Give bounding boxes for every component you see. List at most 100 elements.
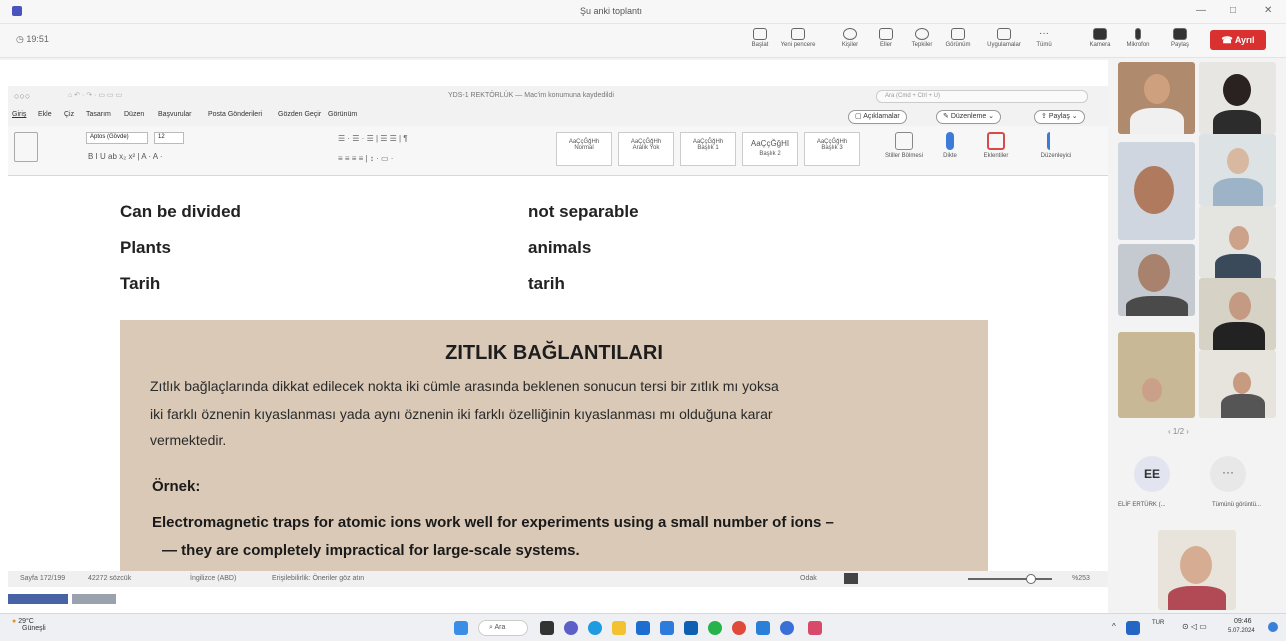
font-name-select[interactable]: Aptos (Gövde) (86, 132, 148, 144)
windows-taskbar: ● 29°C Güneşli ⌕ Ara ^ TUR ⊙ ◁ ▭ 09:46 5… (0, 613, 1286, 641)
toolbar-more-button[interactable]: ··· Tümü (1024, 28, 1064, 48)
chrome-icon[interactable] (732, 621, 746, 635)
comments-button[interactable]: ▢ Açıklamalar (848, 110, 907, 124)
window-close-button[interactable]: ✕ (1264, 5, 1272, 16)
participant-tile[interactable] (1118, 332, 1195, 418)
format-buttons[interactable]: B I U ab x₂ x² | A · A · (88, 152, 163, 161)
edge-icon[interactable] (588, 621, 602, 635)
focus-button[interactable]: Odak (800, 575, 817, 582)
word-status-bar: Sayfa 172/199 42272 sözcük İngilizce (AB… (8, 571, 1108, 587)
clock-date[interactable]: 5.07.2024 (1228, 628, 1255, 634)
page-count[interactable]: Sayfa 172/199 (20, 575, 65, 582)
notification-icon[interactable] (1268, 622, 1278, 632)
tab-view[interactable]: Görünüm (328, 111, 357, 118)
outlook-icon[interactable] (684, 621, 698, 635)
store-icon[interactable] (660, 621, 674, 635)
view-all-participants[interactable]: Tümünü görüntü... (1212, 502, 1261, 508)
style-normal[interactable]: AaÇçĞğHh Normal (556, 132, 612, 166)
style-heading-3[interactable]: AaÇçĞğHh Başlık 3 (804, 132, 860, 166)
mac-window-controls[interactable]: ○○○ (14, 91, 30, 101)
participant-tile[interactable] (1199, 206, 1276, 278)
styles-pane-button[interactable]: Stiller Bölmesi (884, 132, 924, 159)
start-icon[interactable] (454, 621, 468, 635)
toolbar-mic-button[interactable]: Mikrofon (1118, 28, 1158, 48)
mail-icon[interactable] (636, 621, 650, 635)
clock-time[interactable]: 09:46 (1234, 618, 1252, 625)
participant-tile[interactable] (1118, 142, 1195, 240)
window-minimize-button[interactable]: — (1196, 5, 1206, 16)
tab-layout[interactable]: Düzen (124, 111, 144, 118)
participants-page-indicator[interactable]: ‹ 1/2 › (1168, 427, 1189, 436)
more-participants-button[interactable]: ··· (1210, 456, 1246, 492)
participant-tile[interactable] (1199, 134, 1276, 206)
teams-icon[interactable] (564, 621, 578, 635)
label: Eklentiler (983, 153, 1009, 159)
add-ins-button[interactable]: Eklentiler (976, 132, 1016, 159)
tray-app-icon[interactable] (1126, 621, 1140, 635)
participant-tile[interactable] (1199, 350, 1276, 418)
window-maximize-button[interactable]: □ (1230, 5, 1236, 16)
paint-icon[interactable] (808, 621, 822, 635)
tab-design[interactable]: Tasarım (86, 111, 111, 118)
paragraph-buttons[interactable]: ☰ · ☰ · ☰ | ☰ ☰ | ¶ (338, 134, 408, 143)
toolbar-share-button[interactable]: Paylaş (1160, 28, 1200, 48)
tab-insert[interactable]: Ekle (38, 111, 52, 118)
toolbar-share-screen-button[interactable]: Başlat (740, 28, 780, 48)
style-heading-1[interactable]: AaÇçĞğHh Başlık 1 (680, 132, 736, 166)
style-heading-2[interactable]: AaÇçĞğHI Başlık 2 (742, 132, 798, 166)
toolbar-people-button[interactable]: Kişiler (830, 28, 870, 48)
style-name: Normal (574, 145, 594, 151)
document-page[interactable]: Can be divided not separable Plants anim… (8, 176, 1108, 571)
toolbar-camera-button[interactable]: Kamera (1080, 28, 1120, 48)
participant-avatar[interactable]: EE (1134, 456, 1170, 492)
participant-tile[interactable] (1118, 244, 1195, 316)
editing-button[interactable]: ✎ Düzenleme ⌄ (936, 110, 1002, 124)
zoom-level[interactable]: %253 (1072, 575, 1090, 582)
participant-tile[interactable] (1199, 62, 1276, 134)
tray-chevron-icon[interactable]: ^ (1112, 622, 1116, 631)
zoom-slider[interactable] (968, 574, 1052, 584)
toolbar-view-button[interactable]: Görünüm (938, 28, 978, 48)
self-view-tile[interactable] (1158, 530, 1236, 610)
network-volume-icons[interactable]: ⊙ ◁ ▭ (1182, 622, 1207, 631)
align-buttons[interactable]: ≡ ≡ ≡ ≡ | ↕ · ▭ · (338, 154, 393, 163)
share-doc-button[interactable]: ⇪ Paylaş ⌄ (1034, 110, 1085, 124)
paste-button[interactable] (14, 132, 38, 162)
word-count[interactable]: 42272 sözcük (88, 575, 131, 582)
zoom-thumb[interactable] (1026, 574, 1036, 584)
view-mode-buttons[interactable] (844, 572, 904, 585)
row-2-left: Plants (120, 238, 172, 257)
people-icon (843, 28, 857, 40)
participant-tile[interactable] (1118, 62, 1195, 134)
tab-review[interactable]: Gözden Geçir (278, 111, 321, 118)
tab-home[interactable]: Giriş (12, 111, 26, 118)
toolbar-reactions-button[interactable]: Tepkiler (902, 28, 942, 48)
accessibility-status[interactable]: Erişilebilirlik: Öneriler göz atın (272, 575, 364, 582)
toolbar-apps-button[interactable]: Uygulamalar (984, 28, 1024, 48)
zoom-app-icon[interactable] (780, 621, 794, 635)
tab-mailings[interactable]: Posta Gönderileri (208, 111, 262, 118)
toolbar-raise-hand-button[interactable]: Eller (866, 28, 906, 48)
task-view-icon[interactable] (540, 621, 554, 635)
weather-widget[interactable]: ● 29°C Güneşli (12, 618, 46, 632)
word-search-input[interactable]: Ara (Cmd + Ctrl + U) (876, 90, 1088, 103)
app-icon[interactable] (756, 621, 770, 635)
print-layout-icon[interactable] (844, 573, 858, 584)
editor-button[interactable]: Düzenleyici (1036, 132, 1076, 159)
file-explorer-icon[interactable] (612, 621, 626, 635)
meeting-toolbar: ◷ 19:51 Başlat Yeni pencere Kişiler Elle… (0, 24, 1286, 58)
dictate-button[interactable]: Dikte (930, 132, 970, 159)
language-status[interactable]: İngilizce (ABD) (190, 575, 236, 582)
style-no-spacing[interactable]: AaÇçĞğHh Aralık Yok (618, 132, 674, 166)
taskbar-search[interactable]: ⌕ Ara (478, 620, 528, 636)
quick-access-icons[interactable]: ⌂ ↶ · ↷ · ▭ ▭ ▭ (68, 91, 122, 99)
toolbar-new-window-button[interactable]: Yeni pencere (778, 28, 818, 48)
font-size-select[interactable]: 12 (154, 132, 184, 144)
participant-tile[interactable] (1199, 278, 1276, 350)
tab-draw[interactable]: Çiz (64, 111, 74, 118)
tab-references[interactable]: Başvurular (158, 111, 191, 118)
leave-meeting-button[interactable]: ☎ Ayrıl (1210, 30, 1266, 50)
language-indicator[interactable]: TUR (1152, 620, 1164, 626)
more-icon: ··· (1039, 28, 1049, 39)
whatsapp-icon[interactable] (708, 621, 722, 635)
